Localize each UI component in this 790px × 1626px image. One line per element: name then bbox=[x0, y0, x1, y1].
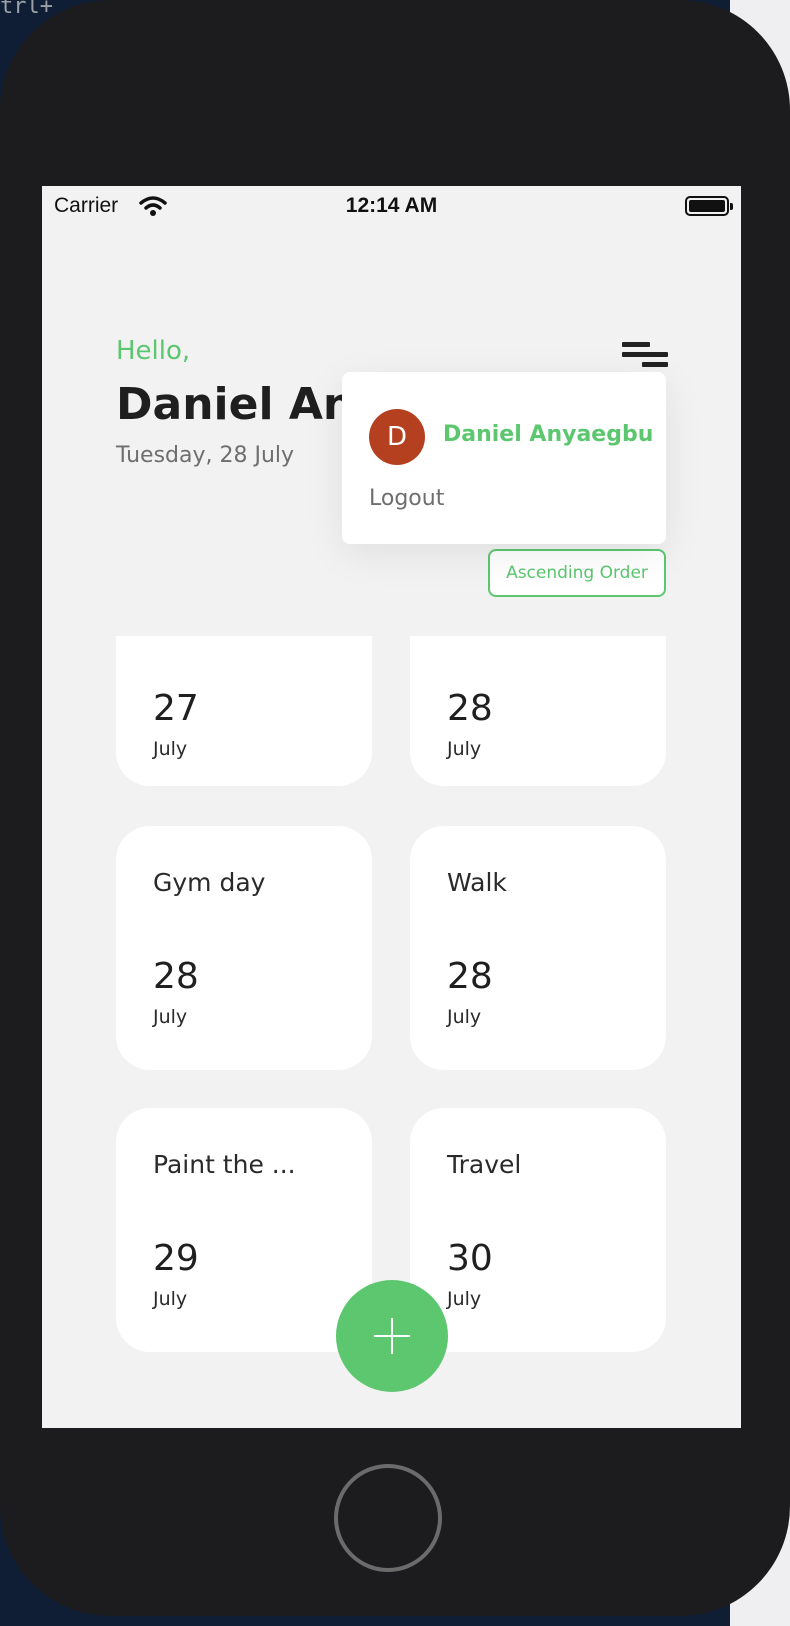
task-month: July bbox=[153, 738, 188, 760]
profile-popup-menu: D Daniel Anyaegbu Logout bbox=[342, 372, 666, 544]
task-grid: 27 July 28 July Gym day 28 July Walk 28 … bbox=[42, 636, 741, 1386]
task-card[interactable]: 28 July bbox=[410, 636, 666, 786]
task-day: 27 bbox=[153, 688, 199, 729]
task-title: Walk bbox=[447, 868, 507, 897]
task-title: Gym day bbox=[153, 868, 266, 897]
current-date: Tuesday, 28 July bbox=[116, 443, 295, 468]
task-day: 28 bbox=[447, 956, 493, 997]
task-day: 28 bbox=[153, 956, 199, 997]
task-card[interactable]: 27 July bbox=[116, 636, 372, 786]
task-card[interactable]: Paint the ... 29 July bbox=[116, 1108, 372, 1352]
task-month: July bbox=[153, 1006, 188, 1028]
task-day: 28 bbox=[447, 688, 493, 729]
task-card[interactable]: Walk 28 July bbox=[410, 826, 666, 1070]
task-month: July bbox=[153, 1288, 188, 1310]
status-time: 12:14 AM bbox=[345, 194, 438, 217]
task-day: 30 bbox=[447, 1238, 493, 1279]
task-title: Travel bbox=[447, 1150, 522, 1179]
add-task-button[interactable] bbox=[336, 1280, 448, 1392]
popup-user-name: Daniel Anyaegbu bbox=[443, 422, 654, 447]
task-title: Paint the ... bbox=[153, 1150, 296, 1179]
task-day: 29 bbox=[153, 1238, 199, 1279]
task-month: July bbox=[447, 1288, 482, 1310]
task-card[interactable]: Gym day 28 July bbox=[116, 826, 372, 1070]
ascending-order-button[interactable]: Ascending Order bbox=[488, 549, 666, 597]
logout-button[interactable]: Logout bbox=[369, 486, 444, 511]
home-button[interactable] bbox=[334, 1464, 442, 1572]
avatar: D bbox=[369, 409, 425, 465]
status-bar: Carrier 12:14 AM bbox=[42, 186, 741, 228]
battery-icon bbox=[685, 196, 733, 216]
task-month: July bbox=[447, 1006, 482, 1028]
desktop-code-text: trl+ bbox=[0, 0, 53, 19]
task-month: July bbox=[447, 738, 482, 760]
phone-frame: Carrier 12:14 AM Hello, Daniel Anyaegbu … bbox=[0, 0, 790, 1616]
menu-icon[interactable] bbox=[622, 342, 668, 372]
greeting: Hello, bbox=[116, 336, 191, 366]
task-card[interactable]: Travel 30 July bbox=[410, 1108, 666, 1352]
app-screen: Carrier 12:14 AM Hello, Daniel Anyaegbu … bbox=[42, 186, 741, 1428]
